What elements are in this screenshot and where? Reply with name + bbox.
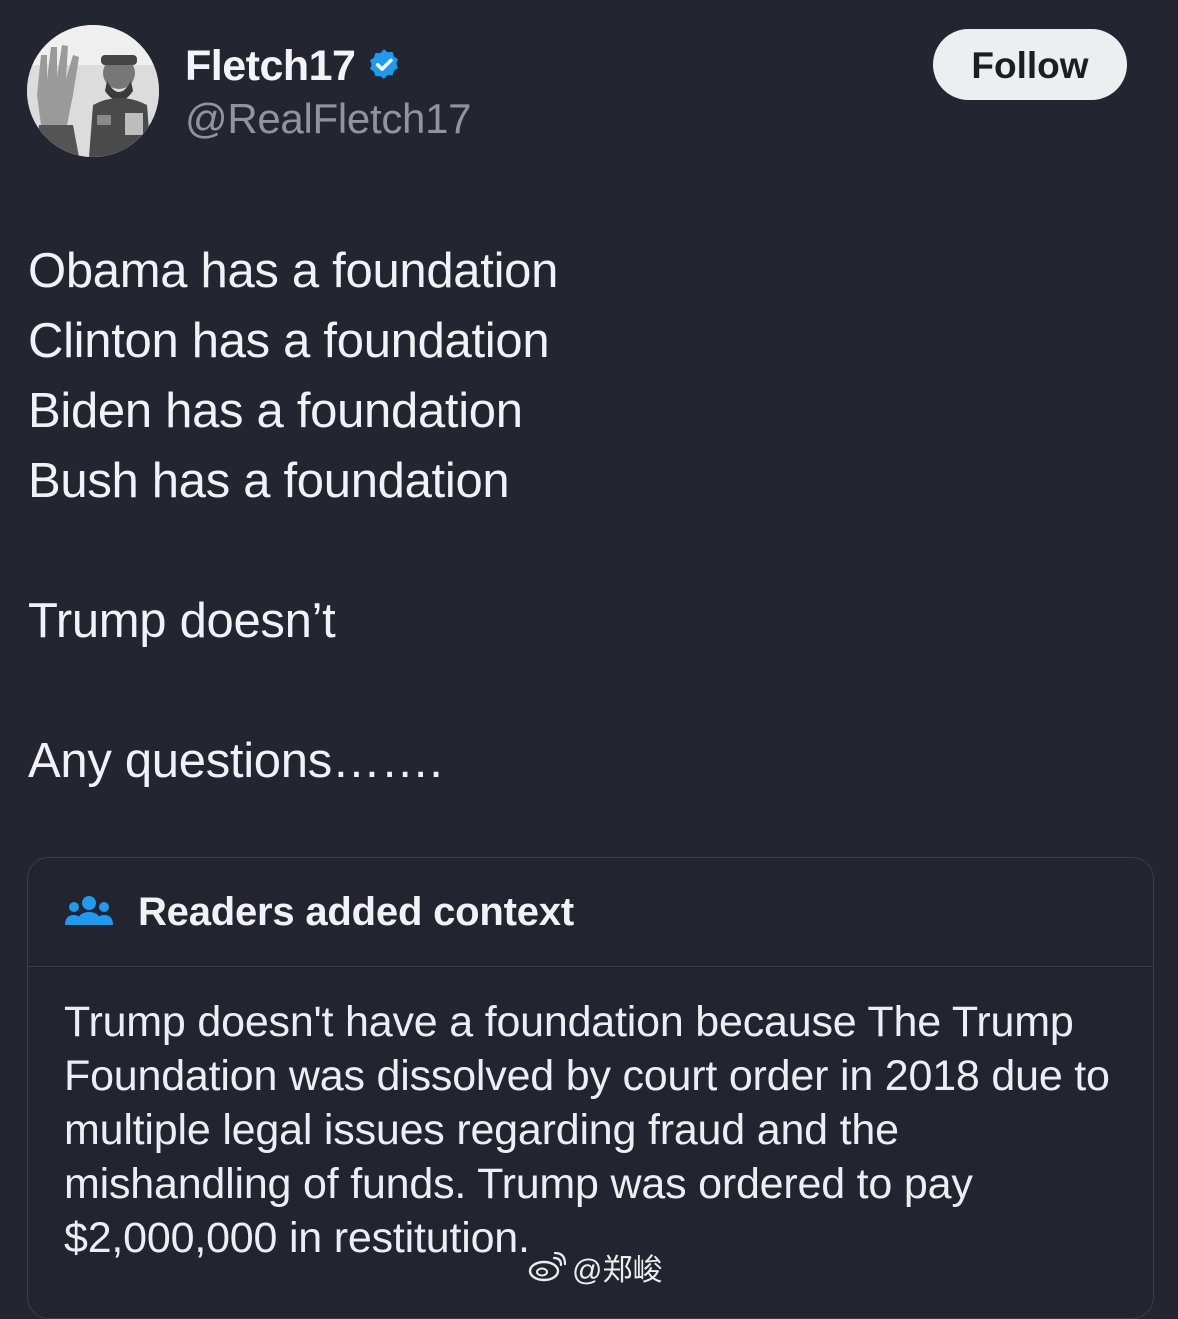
post-text: Obama has a foundation Clinton has a fou… [28,236,1128,796]
community-note-title: Readers added context [138,889,574,934]
display-name[interactable]: Fletch17 [185,42,356,91]
post-line: Biden has a foundation [28,384,523,438]
post-line: Any questions……. [28,734,443,788]
author-handle[interactable]: @RealFletch17 [185,95,472,143]
post-line-spacer [28,516,1128,586]
follow-button[interactable]: Follow [933,29,1127,100]
post-line: Bush has a foundation [28,454,510,508]
post-line-spacer [28,656,1128,726]
community-note-body: Trump doesn't have a foundation because … [64,998,1110,1262]
avatar[interactable] [27,25,159,157]
post-line: Clinton has a foundation [28,314,550,368]
post-line: Trump doesn’t [28,594,336,648]
watermark-text: @郑峻 [572,1254,663,1287]
verified-badge-icon[interactable] [365,47,403,85]
post-line: Obama has a foundation [28,244,559,298]
weibo-icon [528,1252,566,1282]
community-note-header: Readers added context [28,858,1153,967]
author-name-row[interactable]: Fletch17 [185,38,403,94]
watermark: @郑峻 [528,1245,662,1289]
people-icon [64,892,114,932]
